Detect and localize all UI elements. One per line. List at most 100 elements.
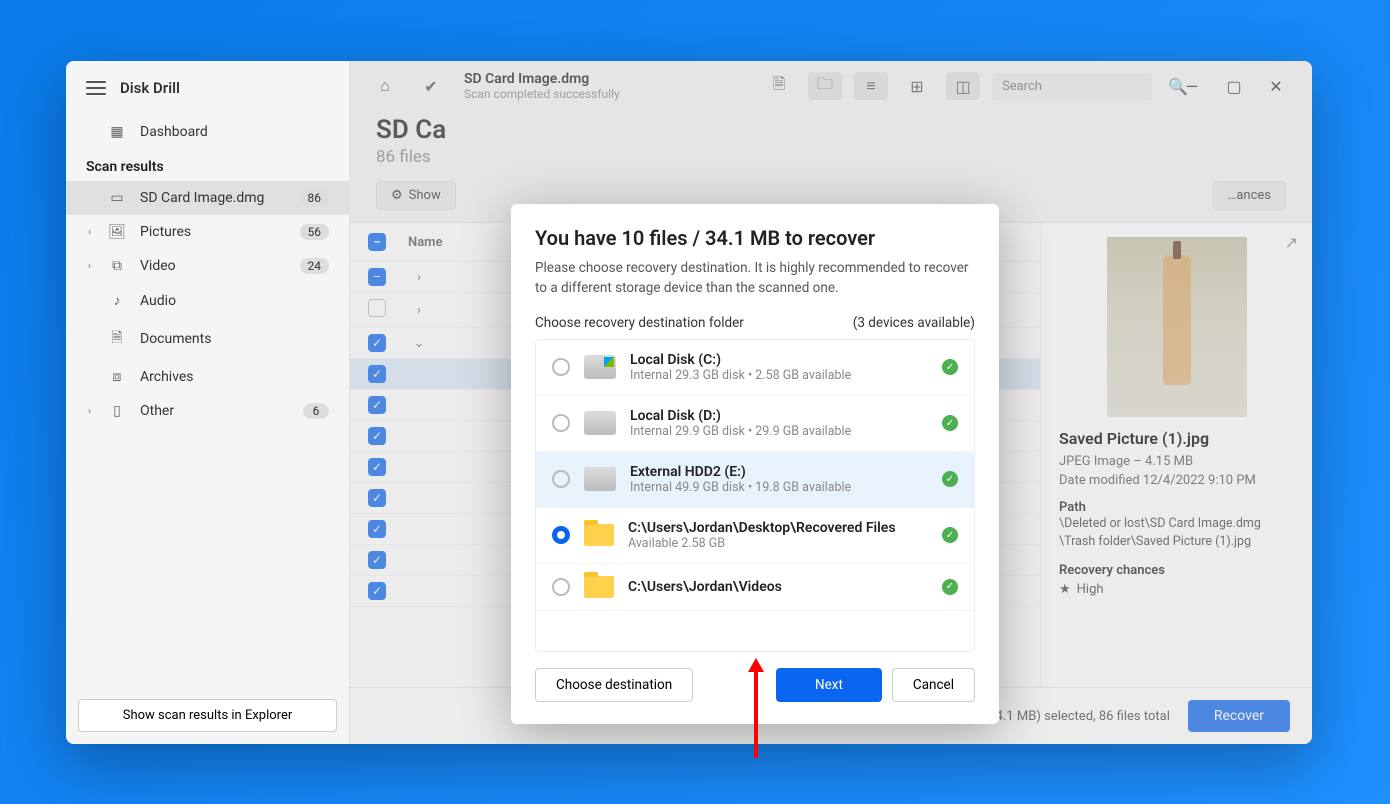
radio-button[interactable] [552, 578, 570, 596]
section-label: Scan results [66, 149, 349, 181]
sidebar-item-4[interactable]: 🗎Documents [66, 318, 349, 360]
audio-icon: ♪ [108, 292, 126, 309]
expand-icon[interactable]: ⌄ [408, 336, 430, 351]
details-panel: ↗ Saved Picture (1).jpg JPEG Image – 4.1… [1040, 223, 1312, 687]
video-icon: ⧉ [108, 258, 126, 274]
destination-list: Local Disk (C:)Internal 29.3 GB disk • 2… [535, 339, 975, 653]
count-badge: 56 [300, 224, 330, 240]
row-checkbox[interactable]: ✓ [368, 334, 386, 352]
header-checkbox[interactable]: – [368, 233, 386, 251]
radio-button[interactable] [552, 526, 570, 544]
destination-item[interactable]: External HDD2 (E:)Internal 49.9 GB disk … [536, 452, 974, 508]
sidebar-item-1[interactable]: ›🖼Pictures56 [66, 215, 349, 249]
radio-button[interactable] [552, 414, 570, 432]
dest-name: External HDD2 (E:) [630, 464, 928, 480]
page-title: SD Ca [376, 115, 1286, 145]
row-checkbox[interactable]: ✓ [368, 489, 386, 507]
content-header: SD Ca 86 files [350, 111, 1312, 181]
scan-title: SD Card Image.dmg [464, 71, 620, 87]
sidebar-item-label: Documents [140, 331, 211, 347]
home-icon[interactable]: ⌂ [368, 72, 402, 100]
scan-subtitle: Scan completed successfully [464, 87, 620, 101]
detail-path2: \Trash folder\Saved Picture (1).jpg [1059, 533, 1294, 551]
sidebar-item-2[interactable]: › ⧉ Video 24 [66, 249, 349, 283]
path-label: Path [1059, 500, 1294, 515]
expand-icon[interactable]: › [408, 270, 430, 285]
radio-button[interactable] [552, 358, 570, 376]
maximize-button[interactable]: ▢ [1216, 72, 1252, 100]
recovery-modal: You have 10 files / 34.1 MB to recover P… [511, 204, 999, 724]
check-icon: ✓ [942, 415, 958, 431]
dest-sub: Internal 29.3 GB disk • 2.58 GB availabl… [630, 368, 928, 383]
sidebar-item-label: Video [140, 258, 176, 274]
page-subtitle: 86 files [376, 147, 1286, 167]
row-checkbox[interactable]: ✓ [368, 551, 386, 569]
detail-filename: Saved Picture (1).jpg [1059, 429, 1294, 448]
list-icon[interactable]: ≡ [854, 72, 888, 100]
count-badge: 6 [303, 403, 329, 419]
row-checkbox[interactable]: ✓ [368, 427, 386, 445]
row-checkbox[interactable]: – [368, 268, 386, 286]
chevron-icon: › [88, 406, 91, 417]
row-checkbox[interactable]: ✓ [368, 365, 386, 383]
search-input[interactable]: 🔍 [992, 73, 1152, 100]
search-field[interactable] [1002, 79, 1168, 94]
grid-view-icon[interactable]: ⊞ [900, 72, 934, 100]
cancel-button[interactable]: Cancel [892, 668, 975, 702]
devices-count: (3 devices available) [853, 315, 975, 331]
dest-sub: Internal 49.9 GB disk • 19.8 GB availabl… [630, 480, 928, 495]
row-checkbox[interactable]: ✓ [368, 582, 386, 600]
sidebar-item-5[interactable]: ⧈Archives [66, 360, 349, 394]
other-icon: ▯ [108, 403, 126, 419]
expand-icon[interactable]: › [408, 303, 430, 318]
check-icon: ✓ [942, 527, 958, 543]
sidebar-item-label: Pictures [140, 224, 191, 240]
sidebar-item-6[interactable]: › ▯ Other 6 [66, 394, 349, 428]
next-button[interactable]: Next [776, 668, 882, 702]
folder-icon [584, 576, 614, 598]
show-explorer-button[interactable]: Show scan results in Explorer [78, 699, 337, 732]
sidebar-item-label: SD Card Image.dmg [140, 190, 264, 206]
row-checkbox[interactable] [368, 299, 386, 317]
minimize-button[interactable]: — [1174, 72, 1210, 100]
destination-item[interactable]: Local Disk (D:)Internal 29.9 GB disk • 2… [536, 396, 974, 452]
drive-icon [584, 411, 616, 435]
destination-item[interactable]: Local Disk (C:)Internal 29.3 GB disk • 2… [536, 340, 974, 396]
folder-icon[interactable]: 🗀 [808, 72, 842, 100]
row-checkbox[interactable]: ✓ [368, 458, 386, 476]
destination-item[interactable]: C:\Users\Jordan\Desktop\Recovered FilesA… [536, 508, 974, 564]
chevron-icon: › [88, 261, 91, 272]
check-badge-icon[interactable]: ✔ [414, 72, 448, 100]
choose-destination-button[interactable]: Choose destination [535, 668, 693, 702]
count-badge: 86 [300, 190, 330, 206]
check-icon: ✓ [942, 471, 958, 487]
menu-icon[interactable] [86, 81, 106, 95]
dest-name: C:\Users\Jordan\Videos [628, 579, 928, 595]
filter-show-button[interactable]: ⚙Show [376, 181, 456, 210]
dest-label: Choose recovery destination folder [535, 315, 744, 331]
sidebar: Disk Drill ▦ Dashboard Scan results ▭SD … [66, 61, 350, 744]
row-checkbox[interactable]: ✓ [368, 520, 386, 538]
radio-button[interactable] [552, 470, 570, 488]
recover-button[interactable]: Recover [1188, 700, 1290, 732]
popout-icon[interactable]: ↗ [1285, 233, 1298, 252]
sidebar-item-label: Archives [140, 369, 194, 385]
sidebar-item-label: Other [140, 403, 174, 419]
check-icon: ✓ [942, 359, 958, 375]
sidebar-item-0[interactable]: ▭SD Card Image.dmg86 [66, 181, 349, 215]
drive-icon [584, 467, 616, 491]
file-icon[interactable]: 🗎 [762, 72, 796, 100]
chances-value: High [1077, 582, 1104, 597]
filter-chances-button[interactable]: …ances [1213, 181, 1286, 210]
grid-icon: ▦ [108, 124, 126, 140]
destination-item[interactable]: C:\Users\Jordan\Videos✓ [536, 564, 974, 611]
sidebar-item-3[interactable]: ♪Audio [66, 283, 349, 318]
panel-icon[interactable]: ◫ [946, 72, 980, 100]
count-badge: 24 [300, 258, 330, 274]
sidebar-header: Disk Drill [66, 61, 349, 115]
close-button[interactable]: ✕ [1258, 72, 1294, 100]
preview-image [1107, 237, 1247, 417]
chevron-icon: › [88, 227, 91, 238]
nav-dashboard[interactable]: ▦ Dashboard [66, 115, 349, 149]
row-checkbox[interactable]: ✓ [368, 396, 386, 414]
